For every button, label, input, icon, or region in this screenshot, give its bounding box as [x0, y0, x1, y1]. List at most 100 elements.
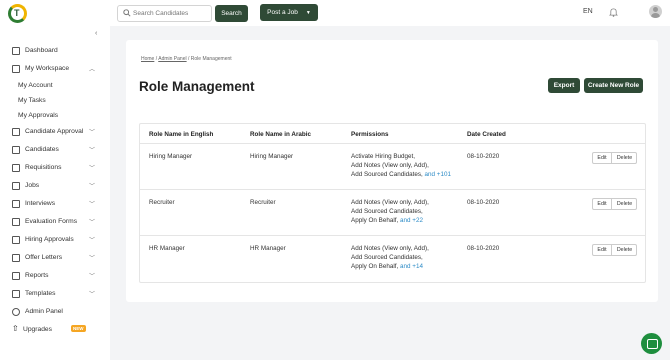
chevron-down-icon: ▼ — [305, 9, 311, 16]
sidebar-item-label: Dashboard — [25, 47, 58, 54]
permission-item: Add Sourced Candidates, and +101 — [351, 171, 451, 178]
arrow-up-icon: ⇧ — [12, 324, 19, 333]
collapse-sidebar-icon[interactable]: ‹ — [95, 30, 97, 37]
more-permissions-link[interactable]: and +22 — [400, 217, 423, 224]
breadcrumb-current: Role Management — [190, 56, 232, 62]
sidebar-item-hiring-approvals[interactable]: Hiring Approvals ﹀ — [0, 232, 110, 248]
chevron-down-icon: ﹀ — [89, 130, 96, 136]
column-header-arabic: Role Name in Arabic — [250, 131, 312, 138]
date-created: 08-10-2020 — [467, 245, 500, 252]
briefcase-icon — [12, 182, 20, 190]
chevron-down-icon: ﹀ — [89, 220, 96, 226]
language-switch[interactable]: EN — [583, 8, 593, 15]
sidebar-item-label: Upgrades — [23, 326, 52, 333]
bell-icon[interactable] — [609, 7, 618, 17]
chevron-down-icon: ﹀ — [89, 184, 96, 190]
search-input[interactable] — [133, 7, 209, 20]
date-created: 08-10-2020 — [467, 153, 500, 160]
chat-button[interactable] — [641, 333, 662, 354]
column-header-english: Role Name in English — [149, 131, 214, 138]
sidebar-item-templates[interactable]: Templates ﹀ — [0, 286, 110, 302]
refresh-icon — [12, 164, 20, 172]
sidebar-item-label: Templates — [25, 290, 56, 297]
role-name-english: HR Manager — [149, 245, 185, 252]
chevron-down-icon: ﹀ — [89, 238, 96, 244]
sidebar-item-label: Admin Panel — [25, 308, 63, 315]
new-badge: NEW — [71, 325, 86, 332]
permission-item: Activate Hiring Budget, — [351, 153, 416, 160]
calendar-icon — [12, 200, 20, 208]
sidebar-item-label: Reports — [25, 272, 49, 279]
gear-icon — [12, 308, 20, 316]
permission-item: Apply On Behalf, and +22 — [351, 217, 423, 224]
more-permissions-link[interactable]: and +14 — [400, 263, 423, 270]
table-row: Recruiter Recruiter Add Notes (View only… — [140, 190, 645, 236]
sidebar-item-interviews[interactable]: Interviews ﹀ — [0, 196, 110, 212]
sidebar: ‹ Dashboard My Workspace ︿ My Account My… — [0, 26, 110, 360]
post-job-label: Post a Job — [267, 9, 298, 16]
column-header-date: Date Created — [467, 131, 506, 138]
document-icon — [12, 254, 20, 262]
sidebar-subitem-my-tasks[interactable]: My Tasks — [18, 97, 46, 104]
sidebar-item-requisitions[interactable]: Requisitions ﹀ — [0, 160, 110, 176]
user-check-icon — [12, 236, 20, 244]
create-new-role-button[interactable]: Create New Role — [584, 78, 643, 93]
sidebar-item-dashboard[interactable]: Dashboard — [0, 43, 110, 59]
permission-item: Add Sourced Candidates, — [351, 208, 423, 215]
chevron-down-icon: ﹀ — [89, 166, 96, 172]
avatar[interactable] — [649, 5, 662, 18]
column-header-permissions: Permissions — [351, 131, 389, 138]
sidebar-item-label: Interviews — [25, 200, 56, 207]
permission-item: Add Sourced Candidates, — [351, 254, 423, 261]
edit-button[interactable]: Edit — [593, 245, 612, 255]
dashboard-icon — [12, 47, 20, 55]
table-row: Hiring Manager Hiring Manager Activate H… — [140, 144, 645, 190]
search-field[interactable] — [117, 5, 212, 22]
sidebar-item-candidates[interactable]: Candidates ﹀ — [0, 142, 110, 158]
search-icon — [123, 9, 131, 17]
sidebar-item-label: Jobs — [25, 182, 40, 189]
role-name-arabic: Hiring Manager — [250, 153, 294, 160]
role-name-arabic: Recruiter — [250, 199, 276, 206]
breadcrumb: Home / Admin Panel / Role Management — [141, 56, 232, 62]
row-actions: Edit Delete — [592, 152, 637, 164]
edit-button[interactable]: Edit — [593, 153, 612, 163]
delete-button[interactable]: Delete — [612, 199, 637, 209]
sidebar-item-candidate-approval[interactable]: Candidate Approval ﹀ — [0, 124, 110, 140]
sidebar-item-label: My Workspace — [25, 65, 70, 72]
chevron-down-icon: ﹀ — [89, 256, 96, 262]
breadcrumb-home[interactable]: Home — [141, 56, 154, 62]
laptop-icon — [12, 65, 20, 73]
people-icon — [12, 146, 20, 154]
role-name-english: Hiring Manager — [149, 153, 193, 160]
sidebar-item-reports[interactable]: Reports ﹀ — [0, 268, 110, 284]
export-button[interactable]: Export — [548, 78, 580, 93]
sidebar-item-evaluation-forms[interactable]: Evaluation Forms ﹀ — [0, 214, 110, 230]
permission-item: Add Notes (View only, Add), — [351, 199, 429, 206]
sidebar-item-upgrades[interactable]: ⇧ Upgrades NEW — [0, 322, 110, 338]
chart-icon — [12, 272, 20, 280]
sidebar-subitem-my-approvals[interactable]: My Approvals — [18, 112, 58, 119]
sidebar-item-offer-letters[interactable]: Offer Letters ﹀ — [0, 250, 110, 266]
post-job-button[interactable]: Post a Job ▼ — [260, 4, 318, 21]
delete-button[interactable]: Delete — [612, 245, 637, 255]
breadcrumb-admin-panel[interactable]: Admin Panel — [158, 56, 186, 62]
more-permissions-link[interactable]: and +101 — [425, 171, 451, 178]
chevron-down-icon: ﹀ — [89, 148, 96, 154]
table-row: HR Manager HR Manager Add Notes (View on… — [140, 236, 645, 282]
sidebar-item-jobs[interactable]: Jobs ﹀ — [0, 178, 110, 194]
sidebar-item-admin-panel[interactable]: Admin Panel — [0, 304, 110, 320]
sidebar-subitem-my-account[interactable]: My Account — [18, 82, 53, 89]
main-card: Home / Admin Panel / Role Management Rol… — [126, 40, 658, 302]
sidebar-item-label: Requisitions — [25, 164, 62, 171]
role-name-arabic: HR Manager — [250, 245, 286, 252]
chevron-down-icon: ﹀ — [89, 202, 96, 208]
edit-button[interactable]: Edit — [593, 199, 612, 209]
sidebar-item-label: Candidate Approval — [25, 128, 84, 135]
delete-button[interactable]: Delete — [612, 153, 637, 163]
brand-logo[interactable]: T — [8, 4, 27, 23]
sidebar-item-my-workspace[interactable]: My Workspace ︿ — [0, 61, 110, 77]
date-created: 08-10-2020 — [467, 199, 500, 206]
mail-icon — [12, 290, 20, 298]
search-button[interactable]: Search — [215, 5, 248, 22]
